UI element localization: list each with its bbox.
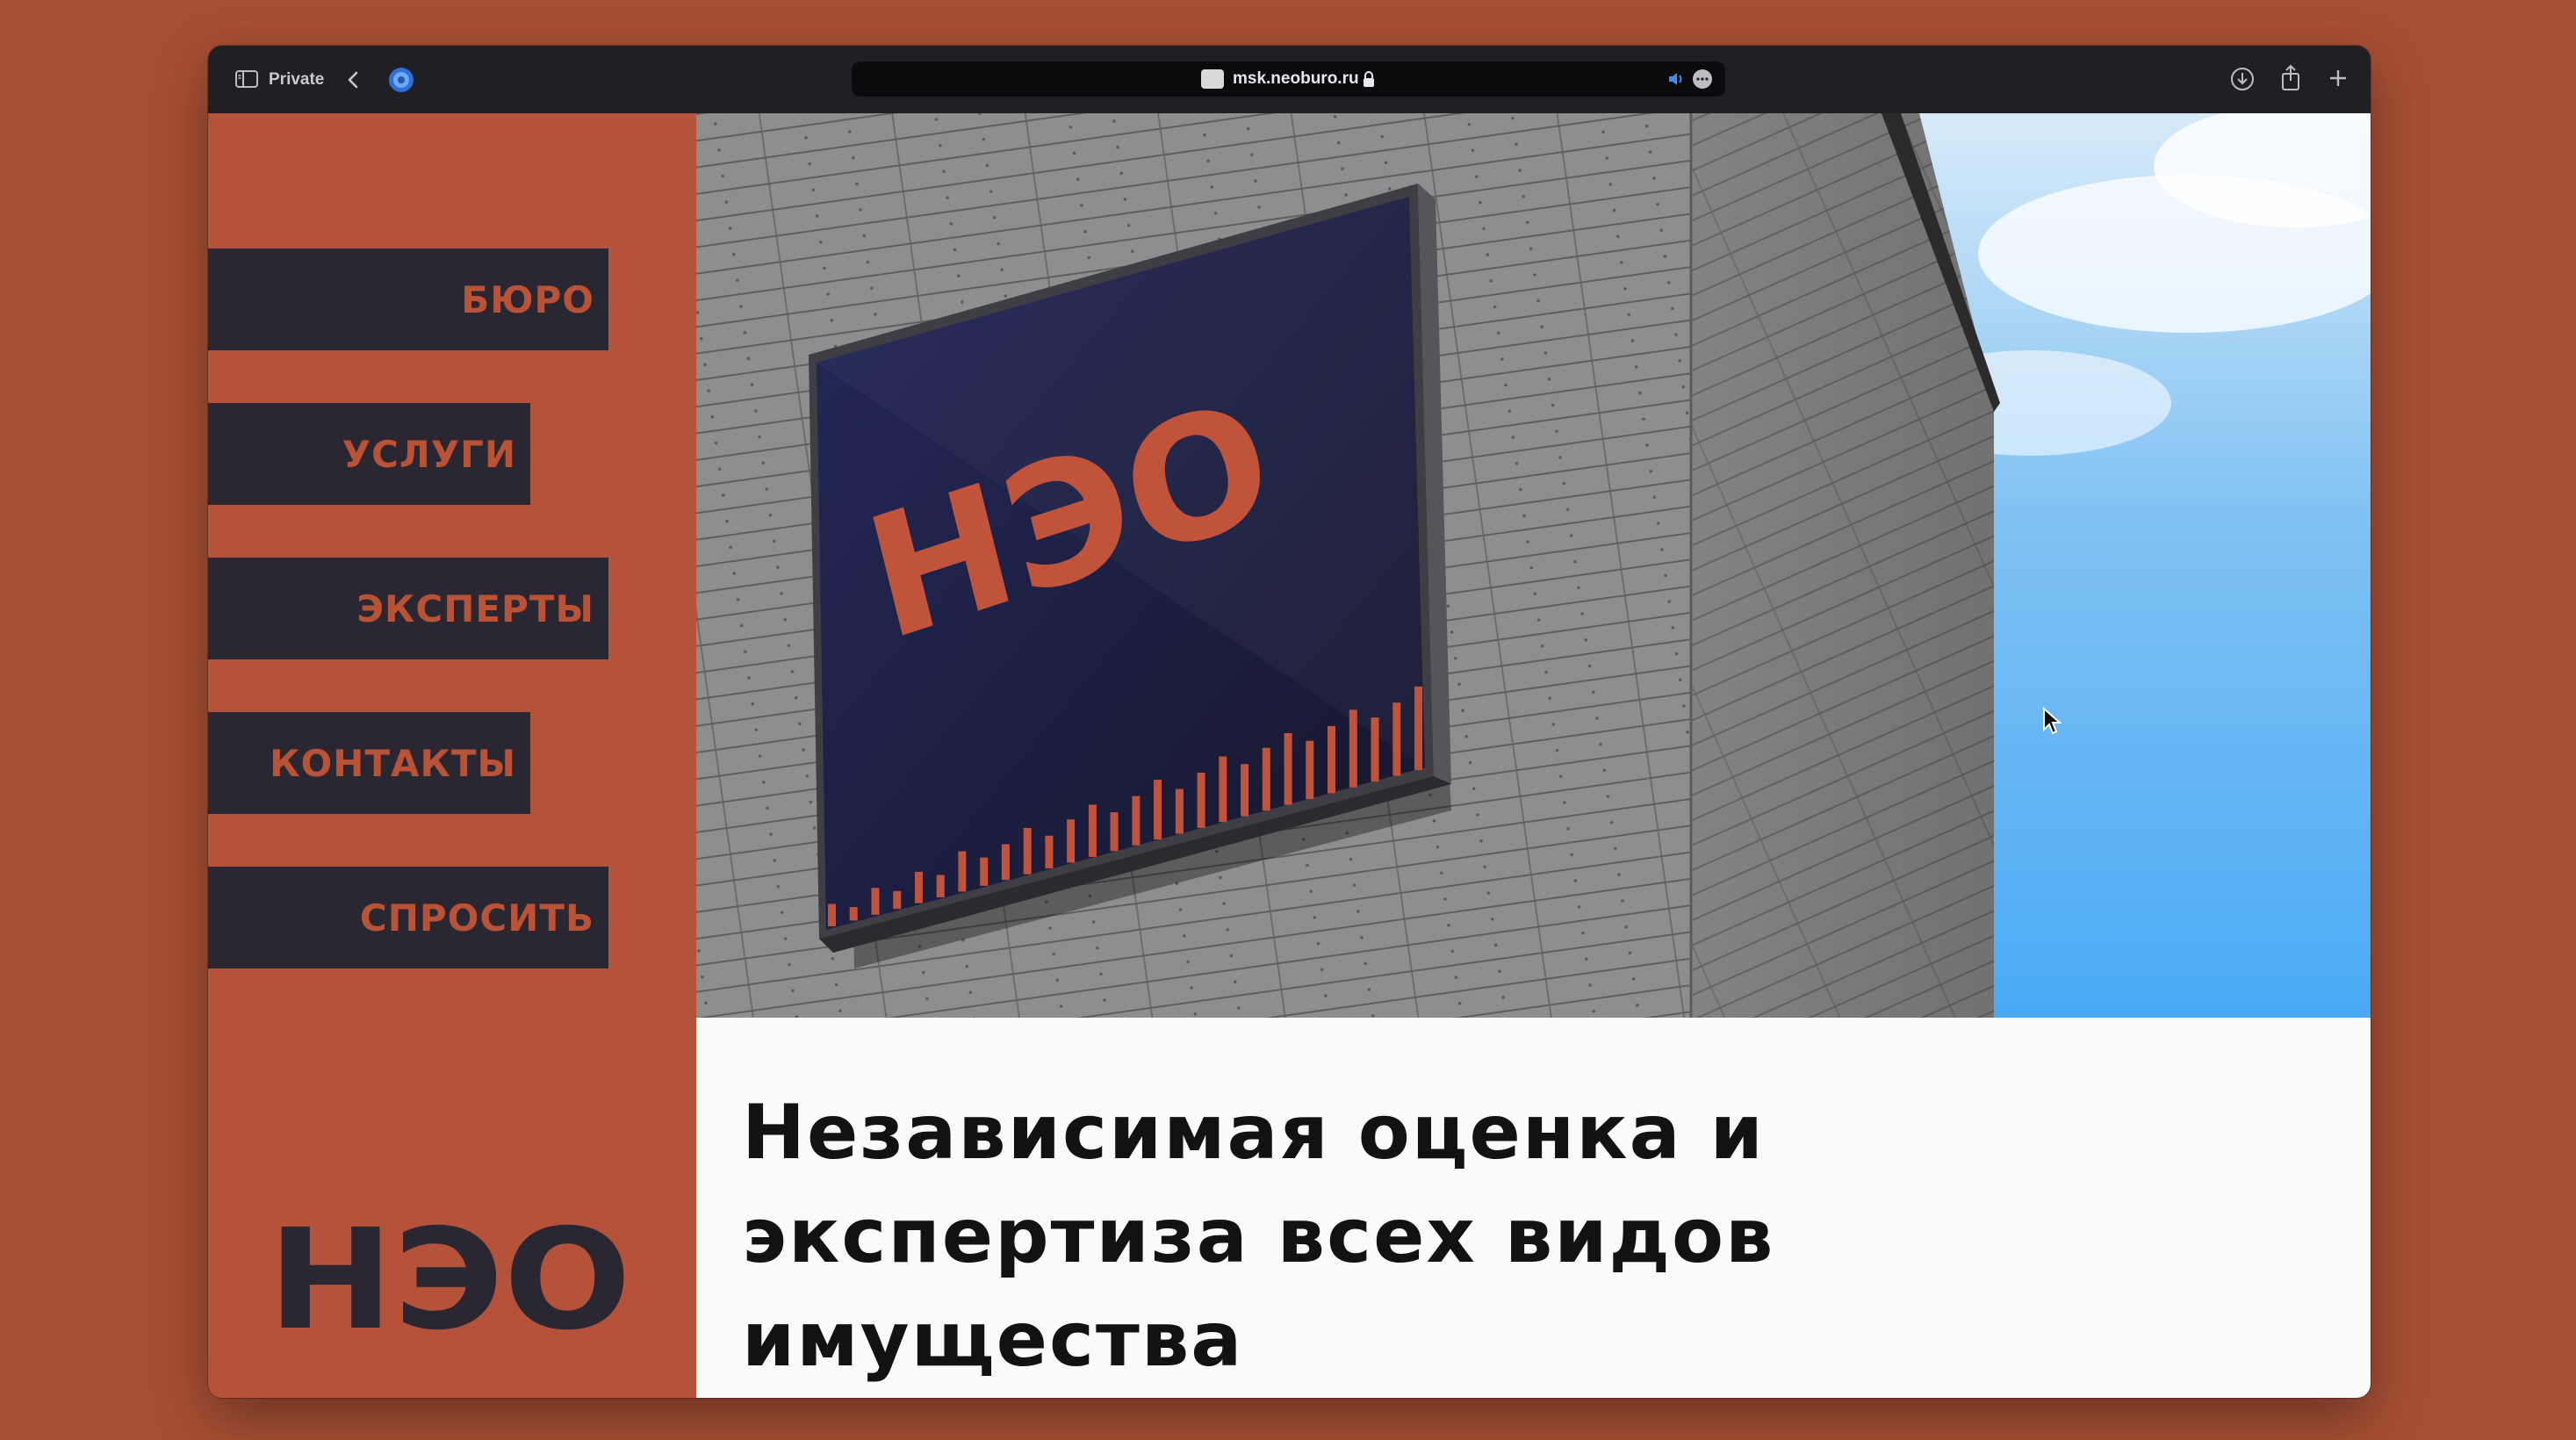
- sign-bar: [1349, 709, 1357, 788]
- browser-toolbar: Private msk.neoburo.ru: [208, 46, 2371, 114]
- neo-logo[interactable]: НЭО: [268, 1224, 637, 1338]
- page-headline: Независимая оценка и экспертиза всех вид…: [742, 1089, 1775, 1384]
- site-favicon-icon: [1201, 69, 1224, 89]
- sign-bar: [915, 871, 923, 904]
- nav-item-contacts[interactable]: КОНТАКТЫ: [208, 712, 530, 814]
- sign-bar: [1132, 796, 1140, 846]
- browser-window: Private msk.neoburo.ru БЮРО УСЛУГИ ЭКСПЕ…: [208, 46, 2371, 1398]
- lock-icon: [1361, 69, 1377, 89]
- sign-bar: [1262, 747, 1270, 811]
- private-mode-label: Private: [269, 70, 325, 89]
- logo-text: НЭО: [268, 1224, 631, 1338]
- sign-bar: [1110, 812, 1119, 852]
- sign-bar: [1371, 717, 1379, 782]
- sign-bar: [871, 888, 880, 915]
- more-options-icon[interactable]: [1692, 68, 1713, 90]
- share-icon[interactable]: [2277, 63, 2304, 93]
- address-bar[interactable]: msk.neoburo.ru: [852, 61, 1725, 97]
- sign-bar: [893, 890, 902, 910]
- sign-bar: [1023, 828, 1032, 875]
- sign-bar: [936, 875, 945, 897]
- sign-bar: [1067, 819, 1076, 863]
- sign-bar: [1392, 702, 1401, 776]
- sign-bar: [1284, 733, 1292, 805]
- web-page: БЮРО УСЛУГИ ЭКСПЕРТЫ КОНТАКТЫ СПРОСИТЬ Н…: [208, 113, 2371, 1398]
- back-button[interactable]: [342, 68, 366, 92]
- url-text: msk.neoburo.ru: [1233, 69, 1359, 88]
- sign-bar: [1306, 740, 1314, 799]
- headline-section: Независимая оценка и экспертиза всех вид…: [696, 1018, 2371, 1398]
- sign-bar: [828, 904, 836, 926]
- sign-bar: [1197, 773, 1205, 828]
- site-sidebar: БЮРО УСЛУГИ ЭКСПЕРТЫ КОНТАКТЫ СПРОСИТЬ Н…: [208, 113, 696, 1398]
- downloads-icon[interactable]: [2228, 65, 2256, 93]
- sign-bar: [958, 851, 967, 892]
- sign-bar: [1154, 780, 1162, 840]
- hero-image: НЭО: [696, 113, 2371, 1018]
- sidebar-toggle-icon[interactable]: [234, 68, 259, 90]
- nav-item-buro[interactable]: БЮРО: [208, 248, 608, 350]
- speaker-icon[interactable]: [1667, 70, 1687, 88]
- nav-item-ask[interactable]: СПРОСИТЬ: [208, 867, 608, 968]
- nav-item-experts[interactable]: ЭКСПЕРТЫ: [208, 558, 608, 659]
- sign-bar: [1414, 686, 1422, 770]
- nav-item-services[interactable]: УСЛУГИ: [208, 403, 530, 505]
- sign-bar: [849, 907, 858, 921]
- sign-bar: [1088, 804, 1097, 857]
- sign-bar: [1241, 764, 1249, 817]
- sign-bar: [1001, 844, 1010, 881]
- sign-bar: [1328, 725, 1335, 794]
- extension-icon[interactable]: [387, 66, 415, 94]
- new-tab-icon[interactable]: [2325, 65, 2351, 91]
- sign-bar: [1175, 788, 1184, 834]
- mouse-cursor-icon: [2043, 707, 2062, 735]
- sign-bar: [1219, 756, 1227, 823]
- sign-bar: [1045, 835, 1054, 869]
- sign-bar: [980, 857, 989, 886]
